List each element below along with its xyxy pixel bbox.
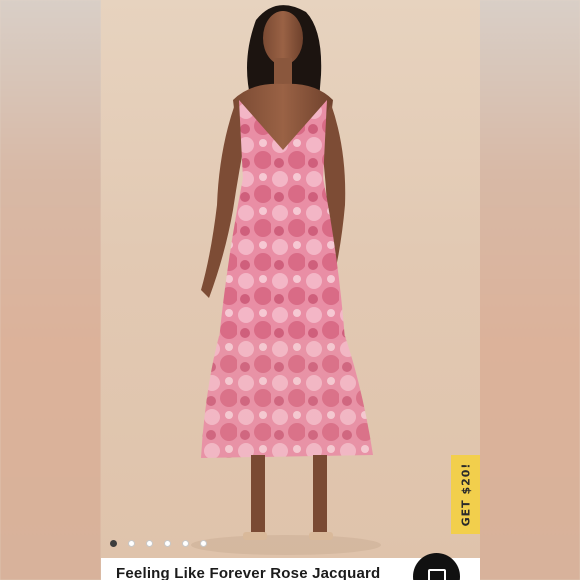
blurred-backdrop-right [479, 0, 580, 580]
carousel-dots [110, 540, 207, 547]
carousel-dot[interactable] [110, 540, 117, 547]
carousel-dot[interactable] [128, 540, 135, 547]
promo-label: GET $20! [459, 462, 473, 527]
carousel-dot[interactable] [200, 540, 207, 547]
promo-tab[interactable]: GET $20! [451, 455, 480, 534]
carousel-dot[interactable] [164, 540, 171, 547]
blurred-backdrop-left [0, 0, 101, 580]
listing-screen: GET $20! Feeling Like Forever Rose Jacqu… [0, 0, 580, 580]
square-icon [427, 569, 446, 580]
carousel-dot[interactable] [182, 540, 189, 547]
product-title: Feeling Like Forever Rose Jacquard [116, 565, 381, 580]
carousel-dot[interactable] [146, 540, 153, 547]
model-illustration [191, 5, 381, 555]
product-photo[interactable] [101, 0, 480, 560]
